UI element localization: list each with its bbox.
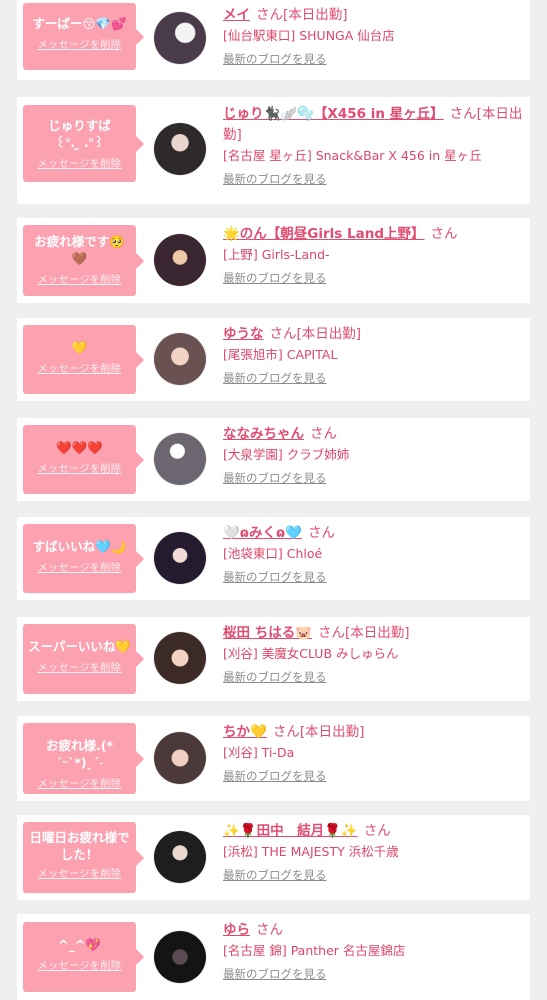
list-item: 💛 メッセージを削除 ゆうな さん[本日出勤] [尾張旭市] CAPITAL 最新… (17, 318, 530, 401)
list-item: ❤️❤️❤️ メッセージを削除 ななみちゃん さん [大泉学園] クラブ姉姉 最新… (17, 418, 530, 501)
message-bubble: ^_^💖 メッセージを削除 (23, 922, 144, 992)
san-suffix: さん (269, 326, 297, 342)
san-suffix: さん (256, 7, 283, 23)
delete-message-link[interactable]: メッセージを削除 (27, 659, 132, 674)
avatar[interactable] (154, 433, 206, 485)
avatar[interactable] (154, 532, 206, 584)
message-bubble: 日曜日お疲れ様で した！ メッセージを削除 (23, 822, 144, 893)
message-bubble: ❤️❤️❤️ メッセージを削除 (23, 425, 144, 494)
delete-message-link[interactable]: メッセージを削除 (27, 460, 132, 475)
avatar[interactable] (154, 333, 206, 385)
list-item: じゅりすば ꒰ᐡ. ̫ .ᐡ꒱ メッセージを削除 じゅり🐈‍⬛🪽🫧【X456 i… (17, 97, 530, 204)
san-suffix: さん (310, 426, 337, 442)
message-text: 日曜日お疲れ様で した！ (29, 830, 130, 862)
message-text: ^_^💖 (58, 937, 101, 952)
girl-name-link[interactable]: ゆうな (223, 326, 264, 342)
latest-blog-link[interactable]: 最新のブログを見る (223, 568, 327, 586)
delete-message-link[interactable]: メッセージを削除 (27, 155, 132, 170)
shop-text: [大泉学園] クラブ姉姉 (223, 447, 350, 462)
status-text: [本日出勤] (283, 7, 348, 23)
shop-text: [上野] Girls-Land- (223, 247, 330, 262)
delete-message-link[interactable]: メッセージを削除 (27, 559, 132, 574)
girl-name-link[interactable]: 🤍ɷみくɷ🩵 (223, 525, 302, 541)
san-suffix: さん (318, 625, 346, 641)
avatar[interactable] (154, 831, 206, 883)
latest-blog-link[interactable]: 最新のブログを見る (223, 965, 327, 983)
shop-text: [名古屋 星ヶ丘] Snack&Bar X 456 in 星ヶ丘 (223, 148, 482, 163)
girl-name-link[interactable]: ゆら (223, 922, 250, 938)
girl-name-link[interactable]: じゅり🐈‍⬛🪽🫧【X456 in 星ヶ丘】 (223, 106, 444, 122)
message-bubble: じゅりすば ꒰ᐡ. ̫ .ᐡ꒱ メッセージを削除 (23, 105, 144, 182)
list-item: お疲れ様.(*´ᵕ`*)ˎˊ˗ メッセージを削除 ちか💛 さん[本日出勤] [刈谷… (17, 716, 530, 801)
list-item: すばいいね🩵🌙 メッセージを削除 🤍ɷみくɷ🩵 さん [池袋東口] Chloé 最… (17, 517, 530, 600)
message-text: 💛 (71, 340, 88, 355)
list-item: すーぱー😚💎💕 メッセージを削除 メイ さん[本日出勤] [仙台駅東口] SHUN… (17, 0, 530, 80)
latest-blog-link[interactable]: 最新のブログを見る (223, 269, 327, 287)
girl-name-link[interactable]: ななみちゃん (223, 426, 304, 442)
list-item: お疲れ様です🥺 🤎 メッセージを削除 🌟のん【朝昼Girls Land上野】 さん… (17, 218, 530, 303)
status-text: [本日出勤] (299, 724, 365, 740)
delete-message-link[interactable]: メッセージを削除 (27, 775, 132, 790)
shop-text: [刈谷] 美魔女CLUB みしゅらん (223, 646, 399, 661)
message-bubble: スーパーいいね💛 メッセージを削除 (23, 624, 144, 694)
message-bubble: すばいいね🩵🌙 メッセージを削除 (23, 524, 144, 593)
message-text: お疲れ様です🥺 🤎 (34, 234, 125, 266)
shop-text: [尾張旭市] CAPITAL (223, 347, 338, 362)
girl-name-link[interactable]: ✨🌹田中 結月🌹✨ (223, 823, 358, 839)
shop-text: [刈谷] Ti-Da (223, 745, 295, 760)
message-list: すーぱー😚💎💕 メッセージを削除 メイ さん[本日出勤] [仙台駅東口] SHUN… (0, 0, 547, 1000)
girl-name-link[interactable]: ちか💛 (223, 724, 267, 740)
shop-text: [池袋東口] Chloé (223, 546, 323, 561)
delete-message-link[interactable]: メッセージを削除 (27, 36, 132, 51)
san-suffix: さん (256, 922, 283, 938)
san-suffix: さん (430, 226, 458, 242)
san-suffix: さん (449, 106, 477, 122)
status-text: [本日出勤] (345, 625, 410, 641)
latest-blog-link[interactable]: 最新のブログを見る (223, 668, 327, 686)
avatar[interactable] (154, 732, 206, 784)
girl-name-link[interactable]: メイ (223, 7, 250, 23)
latest-blog-link[interactable]: 最新のブログを見る (223, 866, 327, 884)
latest-blog-link[interactable]: 最新のブログを見る (223, 469, 327, 487)
delete-message-link[interactable]: メッセージを削除 (27, 360, 132, 375)
message-bubble: お疲れ様です🥺 🤎 メッセージを削除 (23, 225, 144, 296)
delete-message-link[interactable]: メッセージを削除 (27, 957, 132, 972)
message-text: スーパーいいね💛 (28, 639, 131, 654)
girl-name-link[interactable]: 桜田 ちはる🐷 (223, 625, 312, 641)
girl-name-link[interactable]: 🌟のん【朝昼Girls Land上野】 (223, 226, 425, 242)
shop-text: [仙台駅東口] SHUNGA 仙台店 (223, 28, 395, 43)
message-text: お疲れ様.(*´ᵕ`*)ˎˊ˗ (46, 738, 113, 770)
shop-text: [浜松] THE MAJESTY 浜松千歳 (223, 844, 399, 859)
shop-text: [名古屋 錦] Panther 名古屋錦店 (223, 943, 406, 958)
list-item: スーパーいいね💛 メッセージを削除 桜田 ちはる🐷 さん[本日出勤] [刈谷] 美… (17, 617, 530, 701)
message-bubble: すーぱー😚💎💕 メッセージを削除 (23, 3, 144, 70)
avatar[interactable] (154, 931, 206, 983)
latest-blog-link[interactable]: 最新のブログを見る (223, 170, 327, 188)
status-text: [本日出勤] (296, 326, 362, 342)
message-text: すばいいね🩵🌙 (32, 539, 127, 554)
san-suffix: さん (272, 724, 300, 740)
message-text: ❤️❤️❤️ (56, 440, 103, 455)
san-suffix: さん (363, 823, 391, 839)
list-item: 日曜日お疲れ様で した！ メッセージを削除 ✨🌹田中 結月🌹✨ さん [浜松] T… (17, 815, 530, 900)
delete-message-link[interactable]: メッセージを削除 (27, 865, 132, 880)
message-text: すーぱー😚💎💕 (32, 16, 127, 31)
list-item: ^_^💖 メッセージを削除 ゆら さん [名古屋 錦] Panther 名古屋錦店… (17, 914, 530, 1000)
message-text: じゅりすば ꒰ᐡ. ̫ .ᐡ꒱ (48, 118, 111, 150)
san-suffix: さん (308, 525, 336, 541)
delete-message-link[interactable]: メッセージを削除 (27, 271, 132, 286)
avatar[interactable] (154, 123, 206, 175)
latest-blog-link[interactable]: 最新のブログを見る (223, 50, 327, 68)
message-bubble: お疲れ様.(*´ᵕ`*)ˎˊ˗ メッセージを削除 (23, 723, 144, 794)
avatar[interactable] (154, 12, 206, 64)
latest-blog-link[interactable]: 最新のブログを見る (223, 369, 327, 387)
message-bubble: 💛 メッセージを削除 (23, 325, 144, 394)
avatar[interactable] (154, 632, 206, 684)
latest-blog-link[interactable]: 最新のブログを見る (223, 767, 327, 785)
avatar[interactable] (154, 234, 206, 286)
